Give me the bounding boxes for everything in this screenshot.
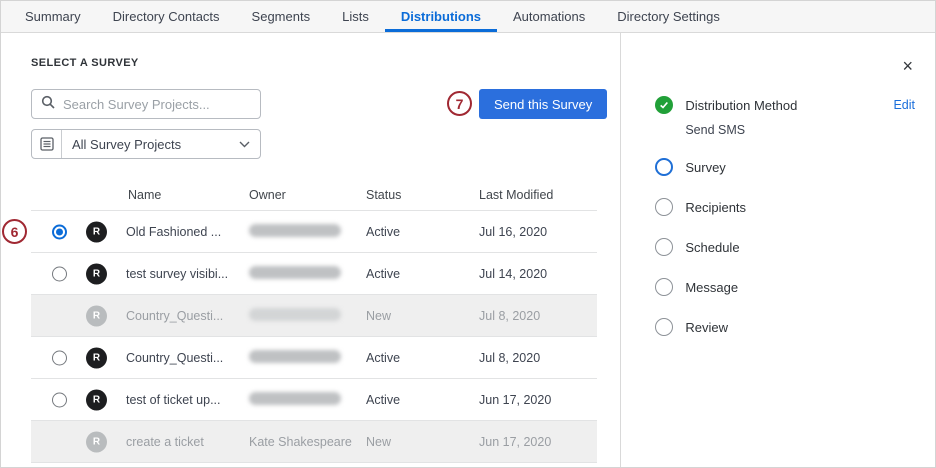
step-circle-icon <box>655 318 673 336</box>
row-radio[interactable] <box>52 392 67 407</box>
step-circle-icon <box>655 238 673 256</box>
column-header-last-modified: Last Modified <box>479 188 553 202</box>
survey-last-modified: Jun 17, 2020 <box>479 393 551 407</box>
step-recipients[interactable]: Recipients <box>655 197 915 217</box>
table-row-disabled: R create a ticket Kate Shakespeare New J… <box>31 421 597 463</box>
survey-last-modified: Jun 17, 2020 <box>479 435 551 449</box>
column-header-name: Name <box>128 188 161 202</box>
tab-directory-settings[interactable]: Directory Settings <box>601 1 736 32</box>
tab-directory-contacts[interactable]: Directory Contacts <box>97 1 236 32</box>
survey-name: create a ticket <box>126 435 204 449</box>
table-row[interactable]: R test survey visibi... Active Jul 14, 2… <box>31 253 597 295</box>
survey-last-modified: Jul 8, 2020 <box>479 309 540 323</box>
tab-segments[interactable]: Segments <box>236 1 327 32</box>
distributions-page: Summary Directory Contacts Segments List… <box>0 0 936 468</box>
survey-status: Active <box>366 225 400 239</box>
survey-status: New <box>366 309 391 323</box>
table-row[interactable]: R Country_Questi... Active Jul 8, 2020 <box>31 337 597 379</box>
table-row[interactable]: R test of ticket up... Active Jun 17, 20… <box>31 379 597 421</box>
survey-owner: Kate Shakespeare <box>249 435 352 449</box>
survey-filter-dropdown[interactable]: All Survey Projects <box>31 129 261 159</box>
step-circle-icon <box>655 278 673 296</box>
survey-name: test of ticket up... <box>126 393 221 407</box>
survey-status: Active <box>366 351 400 365</box>
survey-select-area: SELECT A SURVEY Send this Survey All Sur… <box>1 33 620 468</box>
tab-automations[interactable]: Automations <box>497 1 601 32</box>
column-header-status: Status <box>366 188 401 202</box>
survey-search-box[interactable] <box>31 89 261 119</box>
table-row-disabled: R Country_Questi... New Jul 8, 2020 <box>31 295 597 337</box>
distribution-steps-panel: × Distribution Method Edit Send SMS Surv… <box>620 33 935 468</box>
step-circle-active-icon <box>655 158 673 176</box>
survey-status: Active <box>366 393 400 407</box>
list-filter-icon <box>32 130 62 158</box>
table-header-row: Name Owner Status Last Modified <box>31 179 597 211</box>
survey-name: Old Fashioned ... <box>126 225 221 239</box>
step-label: Review <box>685 320 728 335</box>
survey-filter-value: All Survey Projects <box>62 137 239 152</box>
annotation-step-7: 7 <box>447 91 472 116</box>
survey-last-modified: Jul 14, 2020 <box>479 267 547 281</box>
survey-avatar: R <box>86 431 107 452</box>
step-label: Distribution Method <box>685 98 797 113</box>
top-tab-bar: Summary Directory Contacts Segments List… <box>1 1 935 33</box>
search-survey-input[interactable] <box>63 97 251 112</box>
survey-avatar: R <box>86 389 107 410</box>
owner-redacted <box>249 266 341 282</box>
table-row[interactable]: R Old Fashioned ... Active Jul 16, 2020 <box>31 211 597 253</box>
owner-redacted <box>249 350 341 366</box>
row-radio[interactable] <box>52 350 67 365</box>
survey-name: Country_Questi... <box>126 351 223 365</box>
step-message[interactable]: Message <box>655 277 915 297</box>
step-label: Survey <box>685 160 725 175</box>
select-survey-heading: SELECT A SURVEY <box>31 57 139 69</box>
step-schedule[interactable]: Schedule <box>655 237 915 257</box>
survey-avatar: R <box>86 263 107 284</box>
survey-name: test survey visibi... <box>126 267 228 281</box>
owner-redacted <box>249 392 341 408</box>
search-icon <box>41 95 55 114</box>
survey-avatar: R <box>86 305 107 326</box>
step-survey[interactable]: Survey <box>655 157 915 177</box>
owner-redacted <box>249 224 341 240</box>
survey-last-modified: Jul 16, 2020 <box>479 225 547 239</box>
step-circle-icon <box>655 198 673 216</box>
step-sublabel-send-sms: Send SMS <box>685 123 915 139</box>
survey-status: New <box>366 435 391 449</box>
tab-distributions[interactable]: Distributions <box>385 1 497 32</box>
annotation-step-6: 6 <box>2 219 27 244</box>
survey-avatar: R <box>86 347 107 368</box>
edit-link[interactable]: Edit <box>893 98 915 112</box>
tab-summary[interactable]: Summary <box>9 1 97 32</box>
row-radio[interactable] <box>52 266 67 281</box>
owner-redacted <box>249 308 341 324</box>
step-distribution-method: Distribution Method Edit <box>655 95 915 115</box>
step-label: Recipients <box>685 200 746 215</box>
check-circle-icon <box>655 96 673 114</box>
tab-lists[interactable]: Lists <box>326 1 385 32</box>
survey-table: Name Owner Status Last Modified R Old Fa… <box>31 179 597 463</box>
send-this-survey-button[interactable]: Send this Survey <box>479 89 607 119</box>
step-label: Message <box>685 280 738 295</box>
step-label: Schedule <box>685 240 739 255</box>
row-radio-selected[interactable] <box>52 224 67 239</box>
survey-name: Country_Questi... <box>126 309 223 323</box>
steps-list: Distribution Method Edit Send SMS Survey… <box>655 95 915 357</box>
survey-status: Active <box>366 267 400 281</box>
chevron-down-icon <box>239 141 260 148</box>
survey-avatar: R <box>86 221 107 242</box>
close-icon[interactable]: × <box>902 57 913 75</box>
survey-last-modified: Jul 8, 2020 <box>479 351 540 365</box>
step-review[interactable]: Review <box>655 317 915 337</box>
column-header-owner: Owner <box>249 188 286 202</box>
